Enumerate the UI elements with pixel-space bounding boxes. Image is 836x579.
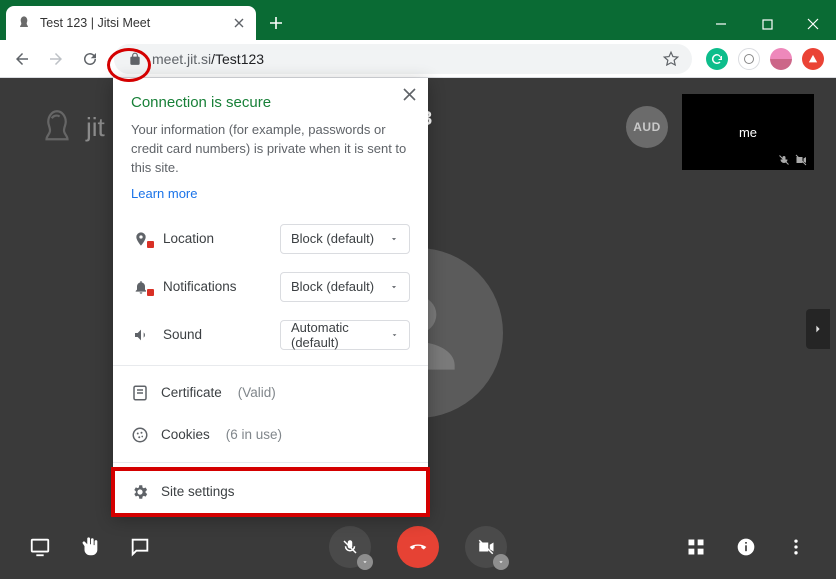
- permission-label: Sound: [163, 327, 268, 342]
- extensions-row: [700, 48, 830, 70]
- site-settings-label: Site settings: [161, 484, 235, 499]
- chevron-down-icon: [389, 282, 399, 292]
- permission-sound-select[interactable]: Automatic (default): [280, 320, 410, 350]
- raise-hand-button[interactable]: [78, 535, 102, 559]
- cam-muted-icon: [794, 154, 808, 166]
- meeting-controls: [0, 515, 836, 579]
- popup-description: Your information (for example, passwords…: [131, 121, 410, 178]
- learn-more-link[interactable]: Learn more: [131, 186, 197, 201]
- self-label: me: [739, 125, 757, 140]
- blocked-badge-icon: [146, 288, 155, 297]
- location-icon: [131, 231, 151, 247]
- permission-location-select[interactable]: Block (default): [280, 224, 410, 254]
- camera-toggle-button[interactable]: [465, 526, 507, 568]
- window-titlebar: Test 123 | Jitsi Meet: [0, 0, 836, 40]
- permission-label: Notifications: [163, 279, 268, 294]
- tile-view-button[interactable]: [684, 535, 708, 559]
- participant-self-tile[interactable]: me: [682, 94, 814, 170]
- info-button[interactable]: [734, 535, 758, 559]
- cookies-link[interactable]: Cookies (6 in use): [113, 414, 428, 456]
- sound-icon: [131, 327, 151, 343]
- mic-muted-icon: [778, 154, 790, 166]
- cookie-icon: [131, 426, 149, 444]
- extension-red-icon[interactable]: [802, 48, 824, 70]
- site-settings-link[interactable]: Site settings: [113, 469, 428, 515]
- popup-title: Connection is secure: [131, 94, 410, 111]
- back-button[interactable]: [6, 43, 38, 75]
- hangup-button[interactable]: [397, 526, 439, 568]
- site-info-button[interactable]: [126, 50, 144, 68]
- certificate-status: (Valid): [238, 385, 276, 400]
- chevron-right-icon: [813, 322, 823, 336]
- jitsi-favicon: [16, 15, 32, 31]
- site-info-popup: Connection is secure Your information (f…: [113, 78, 428, 515]
- chevron-down-icon: [389, 234, 399, 244]
- jitsi-logo-text: jit: [86, 112, 105, 143]
- certificate-label: Certificate: [161, 385, 222, 400]
- cookies-status: (6 in use): [226, 427, 282, 442]
- certificate-icon: [131, 384, 149, 402]
- participant-aud-tile[interactable]: AUD: [626, 106, 668, 148]
- cookies-label: Cookies: [161, 427, 210, 442]
- forward-button[interactable]: [40, 43, 72, 75]
- window-controls: [698, 8, 836, 40]
- permission-notifications-select[interactable]: Block (default): [280, 272, 410, 302]
- url-text: meet.jit.si/Test123: [152, 51, 264, 67]
- browser-tab[interactable]: Test 123 | Jitsi Meet: [6, 6, 256, 40]
- reload-button[interactable]: [74, 43, 106, 75]
- gear-icon: [131, 483, 149, 501]
- close-icon: [403, 88, 416, 101]
- maximize-button[interactable]: [744, 8, 790, 40]
- screen-share-button[interactable]: [28, 535, 52, 559]
- blocked-badge-icon: [146, 240, 155, 249]
- chevron-down-icon: [390, 330, 399, 340]
- bell-icon: [131, 279, 151, 295]
- lock-icon: [128, 52, 142, 66]
- new-tab-button[interactable]: [262, 9, 290, 37]
- permission-row-sound: Sound Automatic (default): [113, 311, 428, 359]
- jitsi-logo: jit: [36, 106, 105, 148]
- bookmark-star-button[interactable]: [662, 50, 680, 68]
- tab-title: Test 123 | Jitsi Meet: [40, 16, 224, 30]
- cam-off-icon: [477, 538, 495, 556]
- permission-row-notifications: Notifications Block (default): [113, 263, 428, 311]
- permission-label: Location: [163, 231, 268, 246]
- permission-row-location: Location Block (default): [113, 215, 428, 263]
- tab-close-button[interactable]: [232, 16, 246, 30]
- extension-grammarly-icon[interactable]: [706, 48, 728, 70]
- profile-avatar-button[interactable]: [770, 48, 792, 70]
- chat-button[interactable]: [128, 535, 152, 559]
- phone-hangup-icon: [408, 537, 428, 557]
- browser-toolbar: meet.jit.si/Test123: [0, 40, 836, 78]
- minimize-button[interactable]: [698, 8, 744, 40]
- filmstrip-toggle-button[interactable]: [806, 309, 830, 349]
- popup-close-button[interactable]: [403, 88, 416, 101]
- more-options-button[interactable]: [784, 535, 808, 559]
- certificate-link[interactable]: Certificate (Valid): [113, 372, 428, 414]
- mic-toggle-button[interactable]: [329, 526, 371, 568]
- close-window-button[interactable]: [790, 8, 836, 40]
- mic-options-chevron[interactable]: [357, 554, 373, 570]
- mic-off-icon: [341, 538, 359, 556]
- address-bar[interactable]: meet.jit.si/Test123: [114, 44, 692, 74]
- camera-options-chevron[interactable]: [493, 554, 509, 570]
- self-muted-indicators: [778, 154, 808, 166]
- extension-generic-icon[interactable]: [738, 48, 760, 70]
